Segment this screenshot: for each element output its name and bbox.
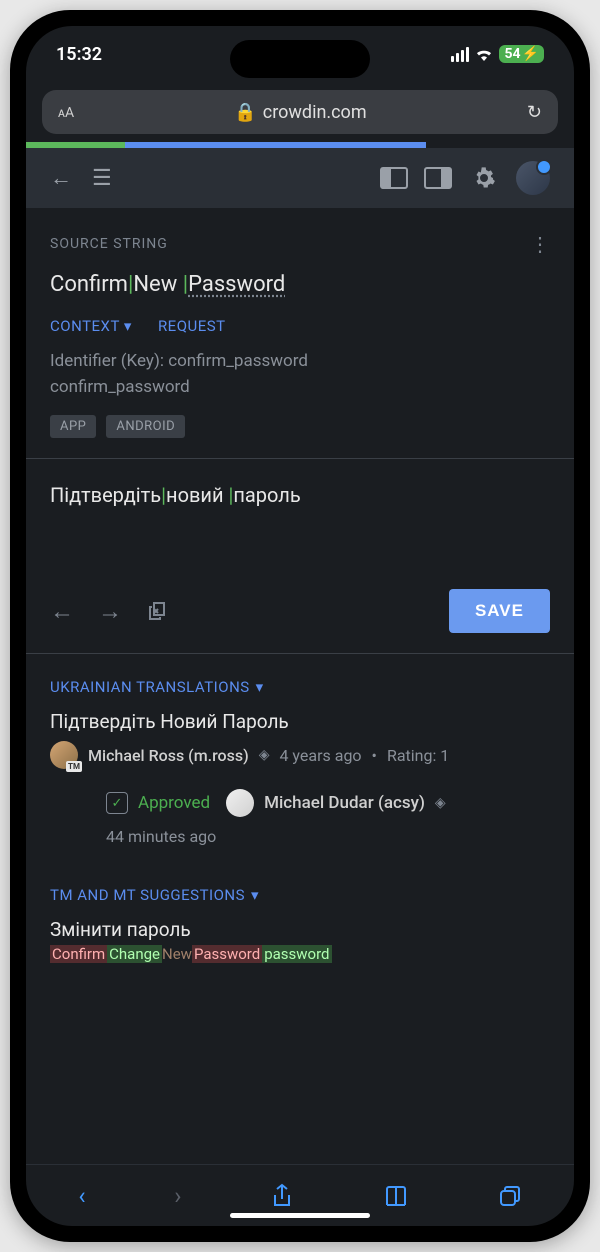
- back-icon[interactable]: ←: [50, 165, 72, 191]
- more-options-icon[interactable]: ⋮: [530, 232, 550, 256]
- url-bar[interactable]: ᴀA 🔒 crowdin.com ↻: [42, 90, 558, 134]
- battery-indicator: 54⚡: [499, 45, 544, 63]
- status-time: 15:32: [56, 44, 102, 65]
- browser-back-icon[interactable]: ‹: [78, 1182, 85, 1210]
- translation-input[interactable]: Підтвердіть|новий |пароль: [26, 459, 574, 589]
- translations-section-header[interactable]: UKRAINIAN TRANSLATIONS ▾: [26, 654, 574, 710]
- gear-icon[interactable]: [472, 166, 496, 190]
- tm-section-header[interactable]: TM AND MT SUGGESTIONS ▾: [26, 862, 574, 918]
- refresh-icon[interactable]: ↻: [527, 102, 542, 123]
- suggestion-age: 4 years ago: [279, 746, 361, 765]
- suggestion-text: Підтвердіть Новий Пароль: [50, 710, 550, 733]
- right-panel-icon[interactable]: [424, 167, 452, 189]
- context-dropdown[interactable]: CONTEXT ▾: [50, 317, 132, 335]
- tag-app[interactable]: APP: [50, 415, 96, 438]
- url-text: crowdin.com: [263, 102, 367, 123]
- menu-icon[interactable]: ☰: [92, 166, 112, 191]
- tm-suggestion[interactable]: Змінити пароль ConfirmChange New Passwor…: [26, 918, 574, 965]
- request-button[interactable]: REQUEST: [158, 317, 226, 335]
- save-button[interactable]: SAVE: [449, 589, 550, 633]
- approver-avatar: [226, 789, 254, 817]
- approved-check-icon[interactable]: ✓: [106, 792, 128, 814]
- prev-string-icon[interactable]: ←: [50, 597, 74, 626]
- tabs-icon[interactable]: [498, 1184, 522, 1208]
- user-avatar[interactable]: [516, 161, 550, 195]
- approver-name: Michael Dudar (acsy): [264, 793, 425, 813]
- approved-row: ✓ Approved Michael Dudar (acsy) ◈: [26, 781, 574, 823]
- text-size-icon[interactable]: ᴀA: [58, 104, 74, 121]
- approved-label: Approved: [138, 793, 210, 813]
- wifi-icon: [475, 47, 493, 61]
- author-avatar: [50, 741, 78, 769]
- verified-icon: ◈: [435, 795, 446, 811]
- translation-suggestion[interactable]: Підтвердіть Новий Пароль Michael Ross (m…: [26, 710, 574, 781]
- left-panel-icon[interactable]: [380, 167, 408, 189]
- source-string-text: Confirm|New |Password: [26, 272, 574, 317]
- tag-android[interactable]: ANDROID: [106, 415, 185, 438]
- cellular-signal-icon: [451, 47, 469, 62]
- identifier-key: Identifier (Key): confirm_password: [26, 351, 574, 377]
- lock-icon: 🔒: [234, 102, 256, 123]
- verified-icon: ◈: [259, 747, 270, 763]
- share-icon[interactable]: [270, 1183, 294, 1209]
- app-header: ← ☰: [26, 148, 574, 208]
- approved-time: 44 minutes ago: [26, 823, 574, 862]
- suggestion-rating: Rating: 1: [387, 746, 449, 765]
- tm-suggestion-text: Змінити пароль: [50, 918, 550, 941]
- tm-diff: ConfirmChange New Passwordpassword: [50, 945, 550, 963]
- copy-source-icon[interactable]: [146, 599, 170, 623]
- bookmarks-icon[interactable]: [383, 1185, 409, 1207]
- source-string-label: SOURCE STRING: [50, 236, 168, 252]
- home-indicator[interactable]: [230, 1213, 370, 1218]
- browser-forward-icon: ›: [174, 1182, 181, 1210]
- identifier-value: confirm_password: [26, 377, 574, 403]
- next-string-icon[interactable]: →: [98, 597, 122, 626]
- author-name: Michael Ross (m.ross): [88, 746, 249, 765]
